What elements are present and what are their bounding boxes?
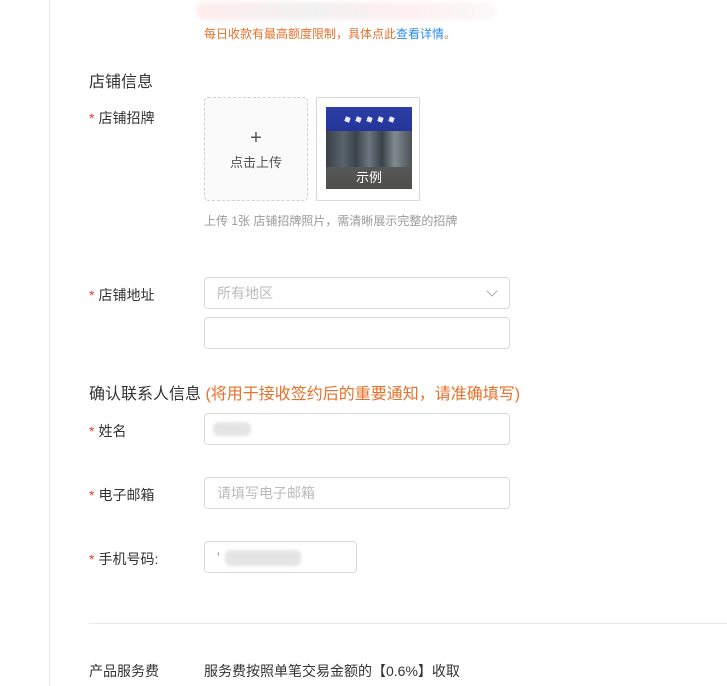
contact-title-text: 确认联系人信息 [89,386,202,403]
service-fee-value: 服务费按照单笔交易金额的【0.6%】收取 [204,663,460,679]
shop-info-title: 店铺信息 [89,74,154,91]
region-select[interactable]: 所有地区 [204,277,510,309]
email-label: * 电子邮箱 [89,485,154,505]
required-mark: * [89,110,95,126]
name-label: * 姓名 [89,421,126,441]
example-caption: 示例 [326,167,412,189]
redacted-name [213,422,251,436]
view-details-link[interactable]: 查看详情 [396,27,444,41]
signboard-label: * 店铺招牌 [89,108,154,128]
signboard-help-text: 上传 1张 店铺招牌照片，需清晰展示完整的招牌 [204,214,458,228]
required-mark: * [89,423,95,439]
signboard-example[interactable]: 示例 [316,97,420,201]
signboard-upload-button[interactable]: + 点击上传 [204,97,308,201]
redacted-phone [225,550,301,566]
chevron-down-icon [486,285,498,297]
notice-text: 每日收款有最高额度限制，具体点此 [204,27,397,41]
email-label-text: 电子邮箱 [98,487,155,503]
phone-prefix: ' [217,549,220,565]
address-label: * 店铺地址 [89,285,154,305]
required-mark: * [89,487,95,503]
address-detail-input[interactable] [204,317,510,349]
required-mark: * [89,287,95,303]
required-mark: * [89,551,95,567]
service-fee-label: 产品服务费 [89,663,159,679]
phone-label: * 手机号码: [89,549,158,569]
redacted-text [196,2,496,20]
section-divider [89,623,727,624]
signboard-label-text: 店铺招牌 [98,110,155,126]
contact-hint: (将用于接收签约后的重要通知，请准确填写) [205,386,521,403]
name-input[interactable] [204,413,510,445]
contact-title: 确认联系人信息 (将用于接收签约后的重要通知，请准确填写) [89,380,520,404]
region-placeholder: 所有地区 [217,285,273,301]
phone-input[interactable]: ' [204,541,357,573]
upload-label: 点击上传 [229,154,282,170]
quota-notice: 每日收款有最高额度限制，具体点此查看详情。 [204,25,456,42]
notice-suffix: 。 [444,27,457,41]
address-label-text: 店铺地址 [98,287,155,303]
left-divider [49,0,50,686]
plus-icon: + [250,126,262,149]
email-input[interactable]: 请填写电子邮箱 [204,477,510,509]
name-label-text: 姓名 [98,423,127,439]
phone-label-text: 手机号码: [98,551,159,567]
store-sign-graphic [326,107,412,131]
